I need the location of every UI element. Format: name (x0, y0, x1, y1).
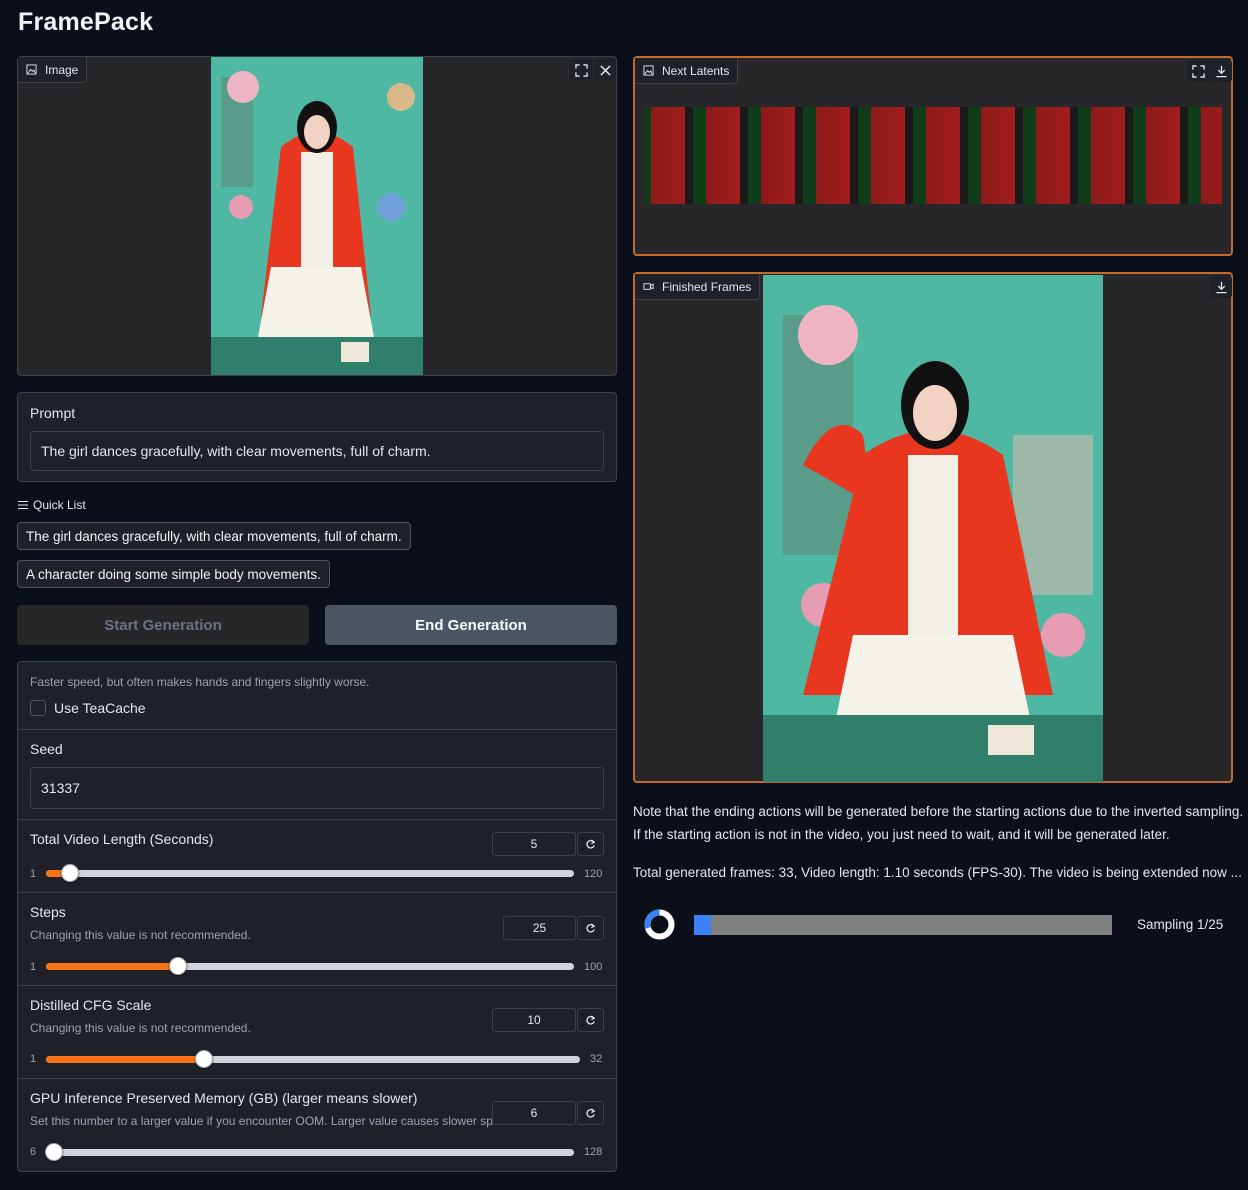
steps-min: 1 (30, 961, 37, 973)
finished-frames-panel: Finished Frames (633, 272, 1233, 783)
download-icon (1215, 65, 1227, 77)
image-icon (643, 65, 654, 76)
download-icon (1215, 281, 1227, 293)
next-latents-image (645, 107, 1222, 204)
input-image (211, 57, 423, 375)
teacache-checkbox[interactable] (30, 700, 46, 716)
teacache-label: Use TeaCache (54, 700, 146, 716)
image-input-panel[interactable]: Image (17, 56, 617, 376)
video-length-max: 120 (584, 868, 603, 880)
gpu-memory-reset-button[interactable] (577, 1101, 604, 1125)
list-icon (18, 501, 28, 509)
finished-frames-tag: Finished Frames (635, 274, 761, 300)
image-icon (26, 64, 37, 75)
fullscreen-icon (1191, 64, 1205, 78)
status-text: Total generated frames: 33, Video length… (633, 865, 1242, 880)
quick-list-label: Quick List (33, 498, 86, 512)
cfg-info: Changing this value is not recommended. (30, 1021, 251, 1035)
gpu-memory-min: 6 (30, 1146, 37, 1158)
reset-icon (586, 838, 596, 849)
fullscreen-button[interactable] (570, 59, 592, 81)
cfg-min: 1 (30, 1053, 37, 1065)
close-icon (599, 64, 611, 76)
next-latents-label: Next Latents (662, 63, 730, 78)
cfg-max: 32 (590, 1053, 603, 1065)
download-button[interactable] (1210, 60, 1232, 82)
progress-label: Sampling 1/25 (1137, 917, 1224, 932)
image-label: Image (45, 62, 79, 77)
seed-input[interactable]: 31337 (30, 767, 604, 809)
cfg-number[interactable]: 10 (492, 1008, 576, 1032)
cfg-reset-button[interactable] (577, 1008, 604, 1032)
steps-reset-button[interactable] (577, 916, 604, 940)
divider (18, 985, 616, 986)
video-length-min: 1 (30, 868, 37, 880)
gpu-memory-track[interactable] (46, 1149, 574, 1156)
output-video[interactable] (763, 275, 1103, 782)
divider (18, 1078, 616, 1079)
video-length-thumb[interactable] (61, 864, 79, 882)
video-length-label: Total Video Length (Seconds) (30, 831, 214, 847)
spinner-icon (644, 909, 675, 940)
gpu-memory-label: GPU Inference Preserved Memory (GB) (lar… (30, 1090, 418, 1106)
video-length-track[interactable] (46, 870, 574, 877)
reset-icon (586, 922, 596, 933)
steps-info: Changing this value is not recommended. (30, 928, 251, 942)
end-generation-button[interactable]: End Generation (325, 605, 617, 645)
divider (18, 729, 616, 730)
download-button[interactable] (1210, 276, 1232, 298)
progress-bar (694, 915, 1112, 935)
progress-fill (694, 915, 711, 935)
cfg-thumb[interactable] (195, 1050, 213, 1068)
quick-list-header: Quick List (18, 498, 86, 512)
steps-max: 100 (584, 961, 603, 973)
video-length-number[interactable]: 5 (492, 832, 576, 856)
divider (18, 892, 616, 893)
divider (18, 819, 616, 820)
prompt-label: Prompt (30, 405, 76, 421)
gpu-memory-info: Set this number to a larger value if you… (30, 1114, 517, 1128)
note-line-1: Note that the ending actions will be gen… (633, 804, 1244, 819)
cfg-fill (46, 1056, 204, 1063)
reset-icon (586, 1107, 596, 1118)
next-latents-tag: Next Latents (635, 58, 739, 84)
gpu-memory-max: 128 (584, 1146, 603, 1158)
steps-label: Steps (30, 904, 66, 920)
steps-thumb[interactable] (169, 957, 187, 975)
cfg-label: Distilled CFG Scale (30, 997, 152, 1013)
video-length-reset-button[interactable] (577, 832, 604, 856)
fullscreen-icon (574, 63, 588, 77)
clear-image-button[interactable] (594, 59, 616, 81)
prompt-panel: Prompt The girl dances gracefully, with … (17, 392, 617, 482)
finished-frames-label: Finished Frames (662, 279, 752, 294)
note-line-2: If the starting action is not in the vid… (633, 827, 1170, 842)
steps-fill (46, 963, 178, 970)
fullscreen-button[interactable] (1187, 60, 1209, 82)
start-generation-button[interactable]: Start Generation (17, 605, 309, 645)
quick-list-item[interactable]: The girl dances gracefully, with clear m… (17, 522, 411, 550)
seed-label: Seed (30, 741, 63, 757)
reset-icon (586, 1014, 596, 1025)
app-title: FramePack (18, 8, 154, 36)
image-label-tag: Image (18, 57, 88, 83)
video-icon (643, 283, 654, 290)
gpu-memory-thumb[interactable] (45, 1143, 63, 1161)
gpu-memory-number[interactable]: 6 (492, 1101, 576, 1125)
teacache-info: Faster speed, but often makes hands and … (30, 675, 370, 689)
quick-list-item[interactable]: A character doing some simple body movem… (17, 560, 330, 588)
prompt-input[interactable]: The girl dances gracefully, with clear m… (30, 431, 604, 471)
steps-number[interactable]: 25 (503, 916, 576, 940)
